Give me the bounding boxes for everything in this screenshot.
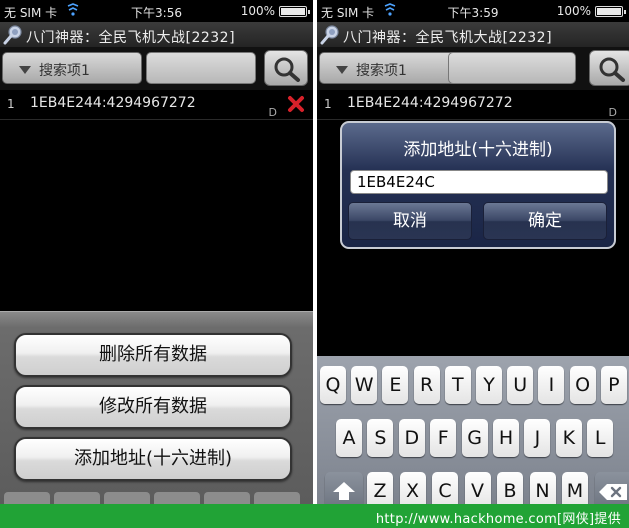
app-title-bar: 八门神器：全民飞机大战[2232] [317, 22, 629, 48]
search-input[interactable] [448, 52, 576, 84]
app-icon [3, 25, 22, 45]
on-screen-keyboard: QWERTYUIOP ASDFGHJKL ZXCVBNM [317, 356, 629, 504]
list-item[interactable]: 1 1EB4E244:4294967272 D [0, 90, 313, 120]
dialog-title: 添加地址(十六进制) [403, 140, 553, 160]
search-toolbar: 搜索项1 [0, 48, 313, 90]
search-item-dropdown[interactable]: 搜索项1 [319, 52, 459, 84]
value-type: D [268, 106, 277, 119]
dropdown-label: 搜索项1 [356, 63, 407, 79]
dropdown-label: 搜索项1 [39, 63, 90, 79]
backspace-icon [599, 484, 627, 500]
watermark-text: http://www.hackhome.com[网侠]提供 [375, 512, 621, 527]
battery-icon [595, 6, 626, 17]
add-address-dialog: 添加地址(十六进制) 1EB4E24C 取消 确定 [340, 121, 616, 249]
battery-percent: 100% [556, 4, 591, 18]
search-input[interactable] [146, 52, 256, 84]
delete-icon[interactable] [287, 95, 305, 113]
key-u[interactable]: U [507, 366, 534, 404]
app-title: 八门神器：全民飞机大战[2232] [26, 30, 236, 46]
hex-address-input[interactable]: 1EB4E24C [350, 170, 608, 194]
key-a[interactable]: A [336, 419, 362, 457]
address-value: 1EB4E244:4294967272 [30, 95, 196, 111]
search-icon [274, 57, 300, 82]
key-l[interactable]: L [587, 419, 614, 457]
search-button[interactable] [264, 50, 308, 86]
key-w[interactable]: W [351, 366, 378, 404]
key-f[interactable]: F [430, 419, 457, 457]
modify-all-button[interactable]: 修改所有数据 [14, 385, 292, 429]
key-c[interactable]: C [432, 472, 458, 504]
key-b[interactable]: B [497, 472, 523, 504]
dropdown-caret-icon [336, 66, 348, 74]
search-item-dropdown[interactable]: 搜索项1 [2, 52, 142, 84]
key-x[interactable]: X [399, 472, 426, 504]
key-k[interactable]: K [555, 419, 582, 457]
key-j[interactable]: J [524, 419, 551, 457]
key-i[interactable]: I [538, 366, 565, 404]
key-v[interactable]: V [464, 472, 491, 504]
dropdown-caret-icon [19, 66, 31, 74]
add-address-button[interactable]: 添加地址(十六进制) [14, 437, 292, 481]
key-g[interactable]: G [461, 419, 488, 457]
obscured-keyboard [0, 490, 313, 504]
app-title-bar: 八门神器：全民飞机大战[2232] [0, 22, 313, 48]
key-y[interactable]: Y [476, 366, 502, 404]
key-r[interactable]: R [413, 366, 440, 404]
key-z[interactable]: Z [367, 472, 393, 504]
key-e[interactable]: E [382, 366, 409, 404]
status-bar: 无 SIM 卡 下午3:59 100% [317, 0, 629, 22]
status-bar: 无 SIM 卡 下午3:56 100% [0, 0, 313, 22]
app-title: 八门神器：全民飞机大战[2232] [343, 30, 553, 46]
row-index: 1 [7, 97, 15, 111]
battery-icon [279, 6, 310, 17]
key-d[interactable]: D [398, 419, 425, 457]
battery-percent: 100% [240, 4, 275, 18]
delete-all-button[interactable]: 删除所有数据 [14, 333, 292, 377]
list-item[interactable]: 1 1EB4E244:4294967272 D [317, 90, 629, 120]
address-value: 1EB4E244:4294967272 [347, 95, 513, 111]
key-n[interactable]: N [529, 472, 556, 504]
key-q[interactable]: Q [320, 366, 346, 404]
key-p[interactable]: P [600, 366, 627, 404]
search-icon [599, 57, 625, 82]
right-screen: 无 SIM 卡 下午3:59 100% 八门神器：全民飞机大战[2232] 搜索… [317, 0, 629, 504]
backspace-key[interactable] [595, 472, 629, 504]
key-s[interactable]: S [367, 419, 394, 457]
value-type: D [608, 106, 617, 119]
watermark-bar: http://www.hackhome.com[网侠]提供 [0, 504, 629, 528]
confirm-button[interactable]: 确定 [483, 202, 607, 240]
shift-key[interactable] [325, 472, 363, 504]
left-screen: 无 SIM 卡 下午3:56 100% 八门神器：全民飞机大战[2232] 搜索… [0, 0, 313, 504]
action-sheet: 删除所有数据 修改所有数据 添加地址(十六进制) [0, 311, 313, 504]
key-m[interactable]: M [562, 472, 588, 504]
cancel-button[interactable]: 取消 [348, 202, 472, 240]
search-button[interactable] [589, 50, 629, 86]
key-t[interactable]: T [444, 366, 471, 404]
shift-icon [333, 482, 355, 500]
key-h[interactable]: H [493, 419, 519, 457]
app-icon [320, 25, 339, 45]
key-o[interactable]: O [569, 366, 596, 404]
search-toolbar: 搜索项1 [317, 48, 629, 90]
row-index: 1 [324, 97, 332, 111]
